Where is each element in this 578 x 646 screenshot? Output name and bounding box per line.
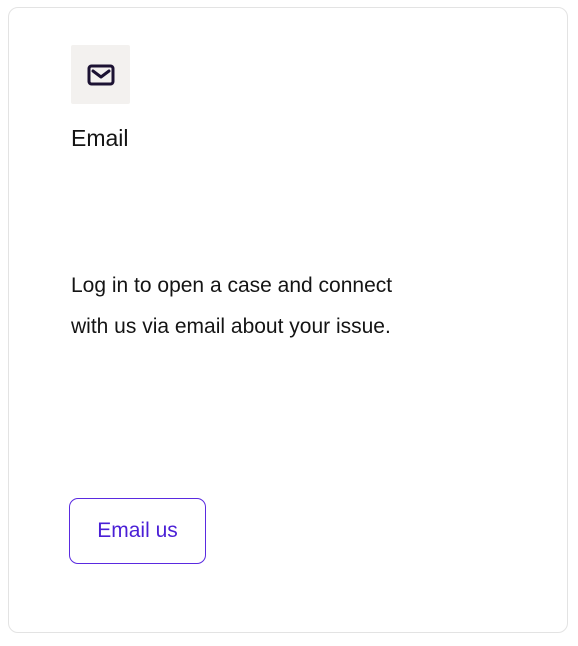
email-contact-card: Email Log in to open a case and connect w… xyxy=(8,7,568,633)
card-title: Email xyxy=(71,125,129,151)
description-line-1: Log in to open a case and connect xyxy=(71,274,393,297)
email-us-button[interactable]: Email us xyxy=(69,498,206,564)
description-line-2: with us via email about your issue. xyxy=(71,315,391,338)
envelope-icon xyxy=(87,64,114,85)
email-icon-tile xyxy=(71,45,130,104)
card-description: Log in to open a case and connect with us… xyxy=(71,265,491,347)
